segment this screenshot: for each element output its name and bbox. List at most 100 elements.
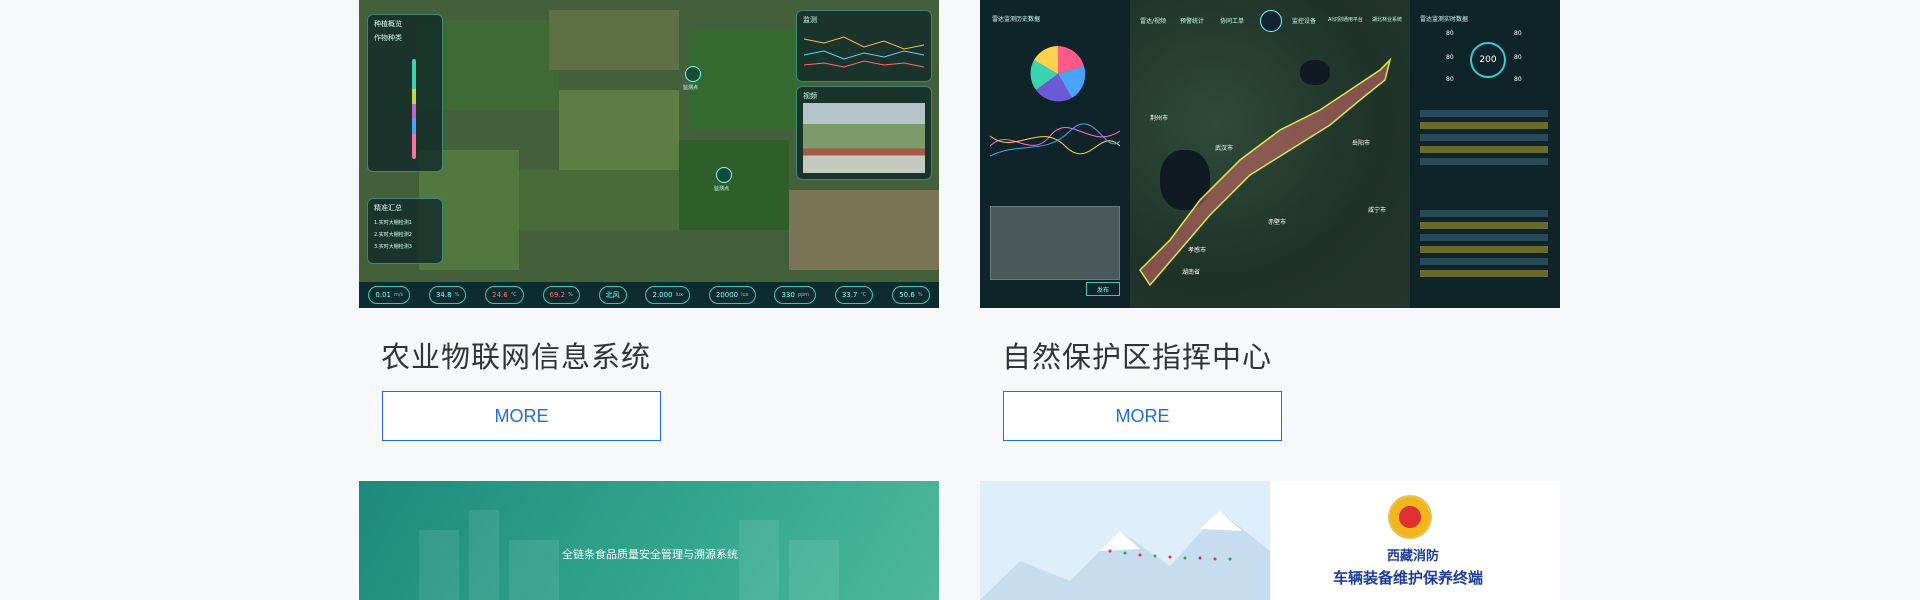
stat-unit: ppm (797, 292, 810, 298)
top-nav-item[interactable]: AI识别通用平台 (1328, 16, 1363, 23)
video-panel: 视频 (796, 86, 932, 180)
route-dots (1108, 549, 1232, 561)
center-logo-icon (1260, 10, 1282, 32)
building-shape (739, 520, 779, 600)
crop-level-bar (412, 59, 416, 159)
side-value: 80 (1446, 30, 1454, 37)
panel-subtitle: 作物种类 (374, 34, 402, 42)
building-shape (789, 540, 839, 600)
video-feed-image[interactable] (803, 103, 925, 173)
monitor-line-chart (804, 36, 924, 68)
monitor-chart-panel: 监测 (796, 10, 932, 82)
stat-pill: 24.6 °C (485, 286, 524, 304)
table-row (1420, 258, 1548, 265)
summary-panel: 精准汇总 1.实时大棚检测1 2.实时大棚检测2 3.实时大棚检测3 (367, 198, 443, 264)
field-patch (689, 30, 809, 130)
stat-value: 50.6 (899, 291, 915, 299)
project-thumbnail-reserve[interactable]: 雷达监测历史数据 发布 雷达/视频 预警统计 协同工单 监控设备 AI识别通用平… (980, 0, 1560, 308)
stat-pill: 20000 lux (708, 286, 756, 304)
map-place-label: 赤壁市 (1268, 219, 1287, 226)
side-value: 80 (1514, 76, 1522, 83)
map-place-label: 湖南省 (1182, 269, 1201, 276)
stat-unit: lux (741, 292, 749, 298)
building-shape (509, 540, 559, 600)
stat-value: 330 (781, 291, 795, 299)
field-patch (509, 170, 679, 230)
map-marker-label: 监测点 (683, 85, 699, 91)
field-patch (789, 190, 939, 270)
field-patch (559, 90, 679, 170)
form-textarea[interactable] (990, 206, 1120, 280)
stat-pill: 50.6% (892, 286, 930, 304)
org-name: 西藏消防 (1387, 549, 1440, 564)
stat-value: 34.8 (435, 291, 452, 299)
white-info-panel: 西藏消防 车辆装备维护保养终端 (1270, 481, 1560, 600)
submit-button[interactable]: 发布 (1086, 282, 1120, 296)
table-row (1420, 146, 1548, 153)
table-row (1420, 158, 1548, 165)
map-place-label: 荆州市 (1150, 115, 1169, 122)
history-pie-chart (1030, 46, 1086, 102)
side-value: 80 (1446, 76, 1454, 83)
map-marker-icon[interactable] (716, 167, 732, 183)
history-line-chart (990, 123, 1120, 157)
stat-pill: 0.01 m/s (368, 286, 411, 304)
map-marker-icon[interactable] (685, 66, 701, 82)
stat-unit: m/s (393, 292, 404, 298)
project-thumbnail-agriculture[interactable]: 种植概览 作物种类 精准汇总 1.实时大棚检测1 2.实时大棚检测2 3.实时大… (359, 0, 939, 308)
field-patch (679, 140, 789, 230)
map-place-label: 武汉市 (1215, 145, 1234, 152)
planting-overview-panel: 种植概览 作物种类 (367, 14, 443, 172)
table-row (1420, 246, 1548, 253)
top-nav-item[interactable]: 雷达/视频 (1140, 16, 1166, 25)
table-row (1420, 222, 1548, 229)
top-nav-item[interactable]: 预警统计 (1180, 16, 1204, 25)
building-shape (419, 530, 459, 600)
stat-unit: °C (510, 292, 517, 298)
project-title: 农业物联网信息系统 (381, 340, 652, 374)
more-button[interactable]: MORE (382, 391, 661, 441)
stat-value: 20000 (715, 291, 739, 299)
stat-pill: 33.7 °C (834, 286, 874, 304)
top-nav-item[interactable]: 监控设备 (1292, 16, 1316, 25)
stat-pill: 34.8% (428, 286, 467, 304)
panel-title: 精准汇总 (374, 204, 402, 212)
map-marker-label: 监测点 (714, 186, 730, 192)
protected-area-boundary (1139, 57, 1392, 287)
sensor-stats-bar: 0.01 m/s 34.8% 24.6 °C 69.2% 北风 2.000 lux 2… (359, 282, 939, 308)
table-row (1420, 210, 1548, 217)
stat-value: 24.6 (492, 291, 508, 299)
table-row (1420, 122, 1548, 129)
left-data-panel: 雷达监测历史数据 发布 (980, 0, 1130, 308)
banner-title: 全链条食品质量安全管理与溯源系统 (562, 548, 738, 561)
more-button[interactable]: MORE (1003, 391, 1282, 441)
side-value: 80 (1446, 54, 1454, 61)
summary-item: 3.实时大棚检测3 (374, 244, 412, 250)
top-nav-item[interactable]: 协同工单 (1220, 16, 1244, 25)
top-nav-item[interactable]: 湖北林业系统 (1372, 16, 1402, 23)
stat-value: 2.000 (652, 291, 673, 299)
stat-pill: 69.2% (542, 286, 580, 304)
map-place-label: 孝感市 (1188, 247, 1207, 254)
table-row (1420, 234, 1548, 241)
project-thumbnail-fire-vehicle[interactable]: 西藏消防 车辆装备维护保养终端 (980, 481, 1560, 600)
banner-title: 车辆装备维护保养终端 (1333, 569, 1484, 587)
panel-title: 种植概览 (374, 20, 402, 28)
stat-value: 33.7 (841, 291, 858, 299)
stat-unit: % (454, 292, 460, 298)
map-place-label: 岳阳市 (1352, 140, 1371, 147)
building-shape (469, 510, 499, 600)
map-place-label: 咸宁市 (1368, 207, 1387, 214)
table-row (1420, 110, 1548, 117)
summary-item: 2.实时大棚检测2 (374, 232, 412, 238)
summary-item: 1.实时大棚检测1 (374, 220, 412, 226)
table-row (1420, 134, 1548, 141)
table-row (1420, 270, 1548, 277)
field-patch (549, 10, 679, 70)
side-value: 80 (1514, 54, 1522, 61)
panel-title: 雷达监测历史数据 (992, 16, 1041, 23)
project-thumbnail-food-trace[interactable]: 全链条食品质量安全管理与溯源系统 (359, 481, 939, 600)
stat-unit: lux (675, 292, 684, 298)
stat-value: 北风 (605, 291, 620, 299)
stat-value: 69.2 (549, 291, 566, 299)
